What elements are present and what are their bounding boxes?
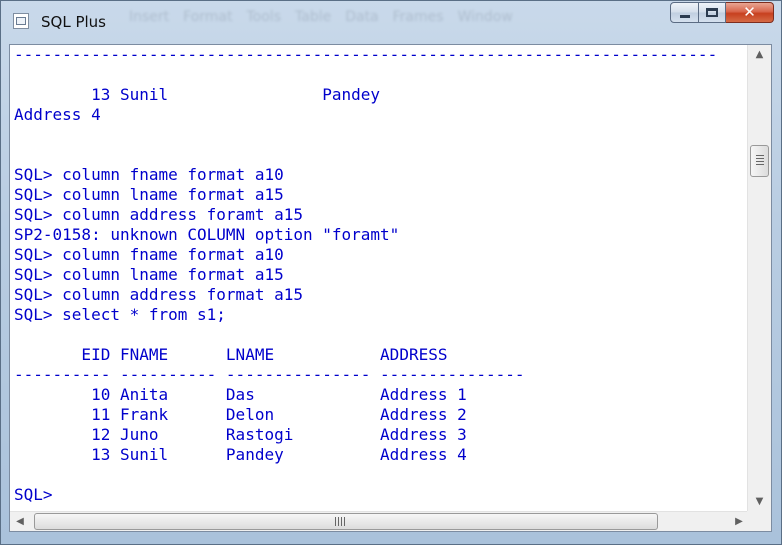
console-line: 11 Frank Delon Address 2: [14, 405, 467, 424]
ghost-menu-item: Data: [345, 9, 379, 25]
scroll-right-icon[interactable]: ▶: [729, 512, 749, 531]
ghost-menu-item: Table: [295, 9, 332, 25]
background-menu-ghost: Insert Format Tools Table Data Frames Wi…: [129, 9, 591, 29]
scroll-left-icon[interactable]: ◀: [10, 512, 30, 531]
grip-icon: [756, 155, 764, 166]
console-line: EID FNAME LNAME ADDRESS: [14, 345, 448, 364]
ghost-menu-item: Window: [457, 9, 513, 25]
console-line: SQL> column address foramt a15: [14, 205, 303, 224]
console-line: 12 Juno Rastogi Address 3: [14, 425, 467, 444]
scroll-up-icon[interactable]: ▲: [748, 45, 771, 65]
minimize-icon: [680, 15, 690, 18]
console-line: 13 Sunil Pandey Address 4: [14, 445, 467, 464]
console-line: SQL> column fname format a10: [14, 245, 284, 264]
close-icon: ✕: [743, 3, 756, 21]
vertical-scrollbar[interactable]: ▲ ▼: [747, 45, 771, 512]
console-line: 10 Anita Das Address 1: [14, 385, 467, 404]
console-line: SQL> column lname format a15: [14, 185, 284, 204]
console-line: SP2-0158: unknown COLUMN option "foramt": [14, 225, 400, 244]
horizontal-scrollbar[interactable]: ◀ ▶: [10, 511, 749, 531]
size-grip-corner: [747, 511, 771, 531]
console-line: 13 Sunil Pandey: [14, 85, 381, 104]
window-title: SQL Plus: [41, 13, 106, 31]
console-client-area[interactable]: ----------------------------------------…: [9, 44, 772, 532]
console-line: SQL>: [14, 485, 53, 504]
minimize-button[interactable]: [670, 2, 699, 23]
title-bar[interactable]: SQL Plus Insert Format Tools Table Data …: [1, 1, 781, 37]
ghost-menu-item: Format: [183, 9, 233, 25]
console-line: SQL> column fname format a10: [14, 165, 284, 184]
console-line: SQL> column address format a15: [14, 285, 303, 304]
ghost-menu-item: Frames: [392, 9, 444, 25]
caption-buttons: ✕: [670, 2, 774, 23]
maximize-button[interactable]: [699, 2, 726, 23]
ghost-menu-item: Insert: [129, 9, 170, 25]
vertical-scroll-thumb[interactable]: [750, 145, 769, 177]
console-line: ----------------------------------------…: [14, 45, 718, 64]
console-output[interactable]: ----------------------------------------…: [14, 45, 750, 511]
console-line: SQL> select * from s1;: [14, 305, 226, 324]
console-line: Address 4: [14, 105, 101, 124]
scroll-down-icon[interactable]: ▼: [748, 492, 771, 512]
ghost-menu-item: Tools: [246, 9, 282, 25]
grip-icon: [335, 517, 347, 526]
maximize-icon: [706, 8, 718, 17]
close-button[interactable]: ✕: [726, 2, 774, 23]
console-line: ---------- ---------- --------------- --…: [14, 365, 525, 384]
console-line: SQL> column lname format a15: [14, 265, 284, 284]
horizontal-scroll-thumb[interactable]: [34, 513, 658, 530]
sqlplus-window: SQL Plus Insert Format Tools Table Data …: [0, 0, 782, 545]
app-icon[interactable]: [13, 13, 29, 29]
